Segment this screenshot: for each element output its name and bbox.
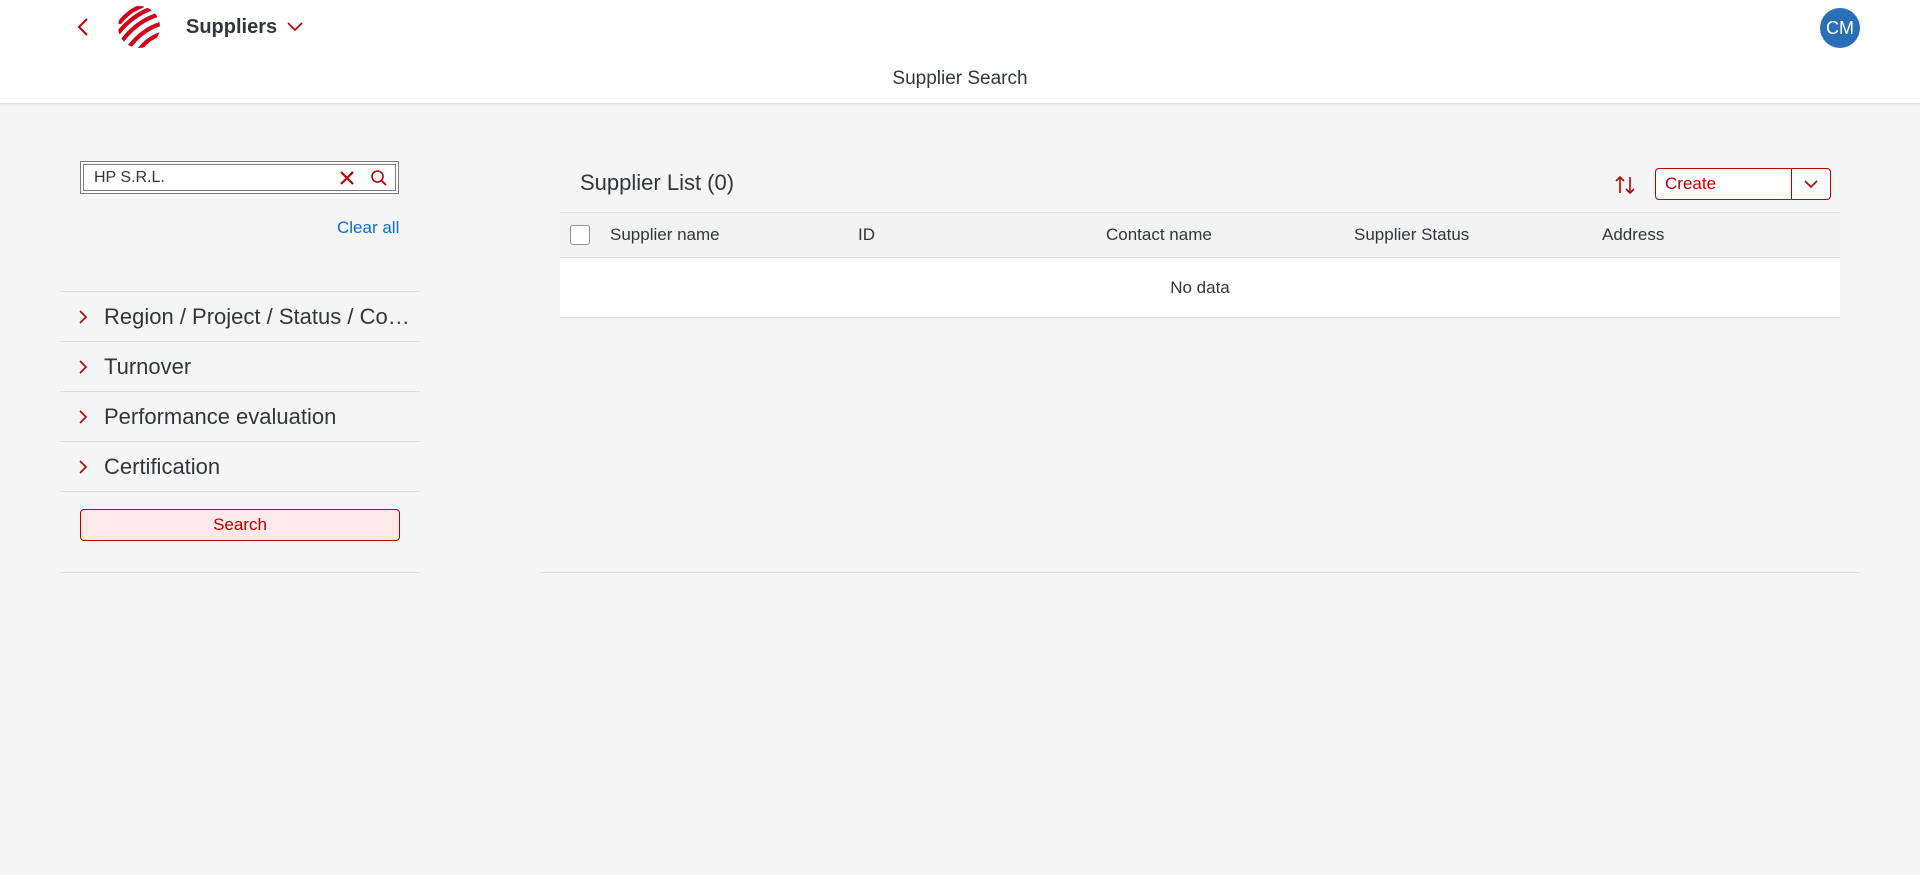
chevron-right-icon: [60, 409, 100, 425]
filter-group-label: Performance evaluation: [104, 403, 337, 429]
app-title: Suppliers: [186, 15, 278, 38]
divider: [540, 572, 1860, 573]
chevron-down-icon: [287, 22, 303, 32]
sort-button[interactable]: [1610, 170, 1640, 200]
chevron-left-icon: [77, 18, 88, 36]
page-title: Supplier Search: [892, 68, 1028, 89]
column-header-address[interactable]: Address: [1602, 225, 1664, 245]
table-header-row: Supplier name ID Contact name Supplier S…: [560, 212, 1840, 258]
chevron-right-icon: [60, 459, 100, 475]
chevron-right-icon: [60, 309, 100, 325]
search-button[interactable]: Search: [80, 509, 400, 541]
filter-group-label: Certification: [104, 453, 221, 479]
search-icon[interactable]: [363, 166, 395, 190]
filter-group-label: Region / Project / Status / Company: [104, 303, 410, 329]
search-input[interactable]: [94, 168, 331, 187]
company-logo[interactable]: [116, 4, 162, 50]
filter-group-list: Region / Project / Status / Company Turn…: [60, 291, 420, 492]
filter-group-label: Turnover: [104, 353, 192, 379]
column-header-supplier-name[interactable]: Supplier name: [610, 225, 720, 245]
chevron-right-icon: [60, 359, 100, 375]
clear-search-icon[interactable]: [331, 166, 363, 190]
app-switcher[interactable]: Suppliers: [186, 15, 303, 39]
user-avatar[interactable]: CM: [1820, 8, 1860, 48]
shell-bar: Suppliers CM: [0, 0, 1920, 54]
column-header-contact-name[interactable]: Contact name: [1106, 225, 1212, 245]
create-split-button: Create: [1655, 168, 1831, 200]
clear-all-link[interactable]: Clear all: [337, 218, 399, 238]
filter-group-region[interactable]: Region / Project / Status / Company: [60, 292, 420, 342]
column-header-id[interactable]: ID: [858, 225, 875, 245]
select-all-checkbox[interactable]: [570, 225, 590, 245]
create-button[interactable]: Create: [1656, 169, 1792, 199]
sort-icon: [1615, 175, 1635, 195]
filter-group-turnover[interactable]: Turnover: [60, 342, 420, 392]
chevron-down-icon: [1804, 179, 1818, 188]
page-header-bar: Supplier Search: [0, 54, 1920, 104]
search-field[interactable]: [80, 161, 399, 194]
supplier-table: Supplier name ID Contact name Supplier S…: [560, 212, 1840, 318]
filter-group-performance-evaluation[interactable]: Performance evaluation: [60, 392, 420, 442]
divider: [60, 572, 420, 573]
create-menu-button[interactable]: [1792, 169, 1830, 199]
column-header-supplier-status[interactable]: Supplier Status: [1354, 225, 1469, 245]
filter-group-certification[interactable]: Certification: [60, 442, 420, 492]
empty-state-text: No data: [560, 258, 1840, 318]
supplier-list-title: Supplier List (0): [580, 170, 735, 195]
back-button[interactable]: [70, 14, 96, 40]
